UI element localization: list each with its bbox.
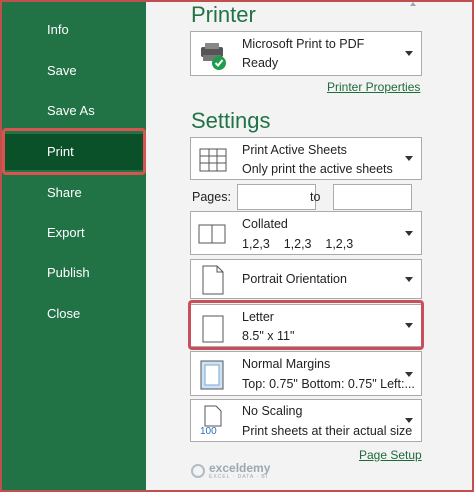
orientation-title: Portrait Orientation bbox=[242, 272, 347, 286]
nav-print[interactable]: Print bbox=[5, 134, 143, 170]
orientation-dropdown[interactable]: Portrait Orientation bbox=[190, 259, 422, 299]
scaling-title: No Scaling bbox=[242, 404, 303, 418]
scroll-up-icon[interactable] bbox=[410, 2, 416, 6]
scaling-subtitle: Print sheets at their actual size bbox=[242, 424, 413, 438]
printer-status: Ready bbox=[242, 56, 279, 70]
nav-share[interactable]: Share bbox=[0, 175, 146, 211]
collation-dropdown[interactable]: Collated 1,2,3 1,2,3 1,2,3 bbox=[190, 211, 422, 255]
spreadsheet-icon bbox=[199, 148, 227, 172]
pages-to-input[interactable] bbox=[333, 184, 412, 210]
printer-icon bbox=[201, 43, 226, 70]
print-pane: Printer Microsoft Print to PDF Ready Pri… bbox=[146, 0, 474, 492]
nav-close[interactable]: Close bbox=[0, 296, 146, 332]
chevron-down-icon bbox=[405, 372, 413, 377]
print-what-subtitle: Only print the active sheets bbox=[242, 162, 393, 176]
watermark: exceldemy EXCEL · DATA · BI bbox=[191, 462, 270, 480]
chevron-down-icon bbox=[405, 51, 413, 56]
page-setup-link[interactable]: Page Setup bbox=[359, 448, 422, 462]
nav-info[interactable]: Info bbox=[0, 12, 146, 48]
pages-to-label: to bbox=[310, 190, 321, 204]
nav-save-as[interactable]: Save As bbox=[0, 93, 146, 129]
watermark-name: exceldemy bbox=[209, 461, 271, 475]
print-what-title: Print Active Sheets bbox=[242, 143, 347, 157]
chevron-down-icon bbox=[405, 231, 413, 236]
collated-pages-icon bbox=[198, 224, 226, 244]
collation-title: Collated bbox=[242, 217, 288, 231]
chevron-down-icon bbox=[405, 156, 413, 161]
printer-name: Microsoft Print to PDF bbox=[242, 37, 365, 51]
chevron-down-icon bbox=[405, 418, 413, 423]
paper-size-highlight bbox=[188, 300, 424, 350]
nav-export[interactable]: Export bbox=[0, 215, 146, 251]
margins-title: Normal Margins bbox=[242, 357, 331, 371]
pages-from-input[interactable] bbox=[237, 184, 316, 210]
margins-dropdown[interactable]: Normal Margins Top: 0.75" Bottom: 0.75" … bbox=[190, 351, 422, 396]
printer-heading: Printer bbox=[191, 2, 256, 27]
backstage-sidebar: Info Save Save As Print Share Export Pub… bbox=[0, 0, 146, 492]
collation-subtitle: 1,2,3 1,2,3 1,2,3 bbox=[242, 237, 354, 251]
exceldemy-logo-icon bbox=[191, 464, 205, 478]
scaling-icon-label: 100 bbox=[200, 426, 217, 437]
pages-label: Pages: bbox=[192, 190, 231, 204]
scaling-dropdown[interactable]: 100 No Scaling Print sheets at their act… bbox=[190, 399, 422, 442]
nav-save[interactable]: Save bbox=[0, 53, 146, 89]
portrait-page-icon bbox=[202, 265, 224, 295]
settings-heading: Settings bbox=[191, 108, 271, 133]
margins-subtitle: Top: 0.75" Bottom: 0.75" Left:... bbox=[242, 377, 415, 391]
printer-dropdown[interactable]: Microsoft Print to PDF Ready bbox=[190, 31, 422, 76]
nav-publish[interactable]: Publish bbox=[0, 255, 146, 291]
chevron-down-icon bbox=[405, 277, 413, 282]
margins-page-icon bbox=[200, 360, 224, 390]
print-what-dropdown[interactable]: Print Active Sheets Only print the activ… bbox=[190, 137, 422, 180]
printer-properties-link[interactable]: Printer Properties bbox=[327, 80, 420, 94]
watermark-tagline: EXCEL · DATA · BI bbox=[209, 474, 269, 480]
